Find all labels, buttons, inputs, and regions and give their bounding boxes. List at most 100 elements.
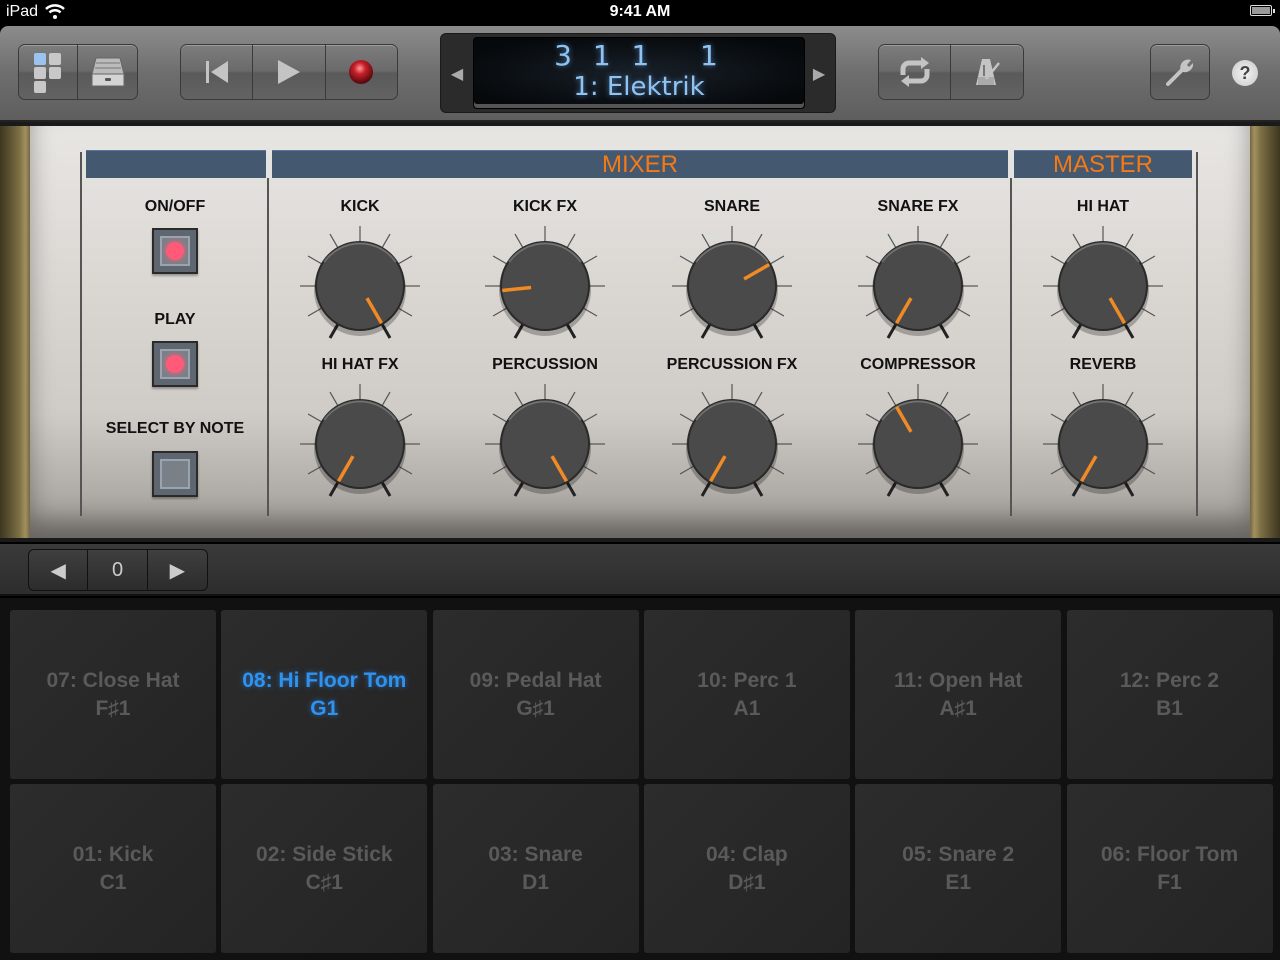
knob-tick [329,233,339,249]
knob-tick [887,391,897,407]
knob-tick [582,413,598,423]
knob-tick [566,391,576,407]
on-off-switch[interactable] [152,228,198,274]
pad-name: 04: Clap [706,842,788,866]
knob-tick [769,255,785,265]
knob-kick-fx[interactable] [483,224,607,348]
knob-snare-fx[interactable] [856,224,980,348]
knob-tick [1072,391,1082,407]
pad-name: 07: Close Hat [46,668,180,692]
knob-tick [939,391,949,407]
switch-label-select-by-note: SELECT BY NOTE [105,420,245,437]
bank-next-button[interactable]: ▶ [148,550,207,590]
pad-name: 08: Hi Floor Tom [242,668,407,692]
knob-label: REVERB [1069,356,1137,373]
master-header: MASTER [1014,150,1192,178]
pad-name: 03: Snare [488,842,583,866]
knob-hi-hat-fx[interactable] [298,382,422,506]
drum-pad[interactable]: 08: Hi Floor Tom G1 [221,610,428,779]
knob-reverb[interactable] [1041,382,1165,506]
instrument-name: 1: Elektrik [573,72,705,102]
knob-label: PERCUSSION [492,356,598,373]
drum-machine-panel: MIXER MASTER ON/OFF PLAY SELECT BY NOTE … [0,122,1280,542]
drum-pad[interactable]: 05: Snare 2 E1 [855,784,1062,953]
pad-name: 09: Pedal Hat [469,668,602,692]
pad-note: C1 [99,870,127,894]
knob-label: SNARE [703,198,760,215]
drum-pad[interactable]: 07: Close Hat F♯1 [10,610,216,779]
knob-tick [955,413,971,423]
knob-compressor[interactable] [856,382,980,506]
panel-wood-right [1248,126,1280,538]
select-by-note-switch[interactable] [152,451,198,497]
drum-pad[interactable]: 03: Snare D1 [432,784,639,953]
loop-button[interactable] [879,45,951,99]
pad-name: 10: Perc 1 [697,668,797,692]
wrench-icon [1166,59,1194,86]
knob-tick [397,413,413,423]
knob-kick[interactable] [298,224,422,348]
view-button-group [18,44,138,100]
drum-pad[interactable]: 09: Pedal Hat G♯1 [432,610,639,779]
knob-snare[interactable] [670,224,794,348]
lcd-next-button[interactable]: ▶ [803,34,835,114]
play-switch[interactable] [152,341,198,387]
lcd-prev-button[interactable]: ◀ [441,34,473,114]
drawer-icon [90,57,125,87]
drum-pad[interactable]: 04: Clap D♯1 [643,784,850,953]
knob-tick [514,391,524,407]
drum-pad[interactable]: 01: Kick C1 [10,784,216,953]
playhead-position: 3 1 1 1 [554,39,724,72]
knob-label: KICK FX [513,198,577,215]
divider [80,152,82,516]
drum-pad[interactable]: 11: Open Hat A♯1 [855,610,1062,779]
browser-button[interactable] [19,45,79,99]
pad-name: 02: Side Stick [256,842,393,866]
controls-header [86,150,266,178]
switch-label-play: PLAY [154,311,196,328]
knob-tick [582,255,598,265]
status-bar: iPad 9:41 AM [0,0,1280,26]
help-button[interactable]: ? [1232,60,1258,86]
record-button[interactable] [326,45,397,99]
track-view-button[interactable] [78,45,137,99]
knob-hi-hat[interactable] [1041,224,1165,348]
pad-note: D♯1 [728,870,766,894]
record-icon [349,60,374,84]
knob-label: COMPRESSOR [860,356,976,373]
knob-tick [865,413,881,423]
go-to-start-button[interactable] [181,45,254,99]
skip-back-icon [205,61,228,83]
knob-tick [307,255,323,265]
knob-tick [1050,413,1066,423]
knob-tick [381,391,391,407]
knob-label: SNARE FX [877,198,959,215]
knob-tick [307,413,323,423]
lcd-screen[interactable]: 3 1 1 1 1: Elektrik [473,37,805,109]
toolbar: ◀ 3 1 1 1 1: Elektrik ▶ ? [0,26,1280,122]
knob-tick [514,233,524,249]
knob-percussion[interactable] [483,382,607,506]
knob-tick [769,413,785,423]
bank-prev-button[interactable]: ◀ [29,550,89,590]
pad-note: C♯1 [305,870,343,894]
drum-pad[interactable]: 06: Floor Tom F1 [1066,784,1273,953]
knob-tick [1124,233,1134,249]
pad-note: A1 [733,696,761,720]
knob-tick [865,255,881,265]
knob-label: HI HAT FX [321,356,399,373]
metronome-button[interactable] [951,45,1023,99]
knob-tick [753,233,763,249]
pad-name: 12: Perc 2 [1119,668,1220,692]
settings-button[interactable] [1151,45,1209,99]
play-button[interactable] [253,45,326,99]
knob-tick [397,255,413,265]
drum-pad[interactable]: 10: Perc 1 A1 [643,610,850,779]
drum-pad[interactable]: 12: Perc 2 B1 [1066,610,1273,779]
knob-percussion-fx[interactable] [670,382,794,506]
knob-tick [701,233,711,249]
play-icon [277,60,300,84]
drum-pad[interactable]: 02: Side Stick C♯1 [221,784,428,953]
switch-label-on-off: ON/OFF [144,198,206,215]
mixer-panel: MIXER MASTER ON/OFF PLAY SELECT BY NOTE … [30,126,1250,538]
